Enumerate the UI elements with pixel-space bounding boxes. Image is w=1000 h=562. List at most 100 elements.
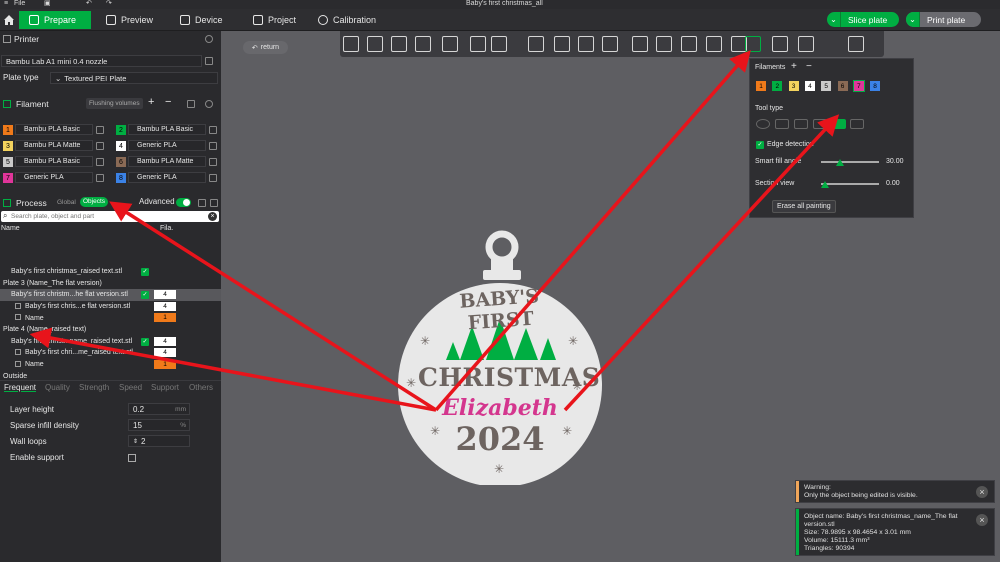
filament-swatch-7[interactable]: 7 xyxy=(3,173,13,183)
filament-index[interactable]: 1 xyxy=(154,359,176,369)
seam-paint-icon[interactable] xyxy=(706,36,722,52)
filament-swatch-3[interactable]: 3 xyxy=(3,141,13,151)
slice-plate-button[interactable]: ⌄ Slice plate xyxy=(827,12,899,27)
param-tab-support[interactable]: Support xyxy=(151,383,179,392)
split-parts-icon[interactable] xyxy=(470,36,486,52)
tab-project[interactable]: Project xyxy=(243,11,306,29)
tree-row[interactable]: Plate 4 (Name_raised text) xyxy=(0,324,221,336)
printable-checkbox[interactable]: ✓ xyxy=(141,268,149,276)
tree-row[interactable]: Baby's first chris...e flat version.stl 4 xyxy=(0,301,221,313)
settings-icon[interactable] xyxy=(210,199,218,207)
auto-orient-icon[interactable] xyxy=(391,36,407,52)
sync-icon[interactable] xyxy=(187,100,195,108)
printable-checkbox[interactable]: ✓ xyxy=(141,291,149,300)
add-filament-icon[interactable]: + xyxy=(791,61,797,72)
print-plate-button[interactable]: ⌄ Print plate xyxy=(906,12,981,27)
file-menu[interactable]: File xyxy=(14,0,25,7)
gear-icon[interactable] xyxy=(205,100,213,108)
tree-row[interactable]: Baby's first christ...name_raised text.s… xyxy=(0,336,221,348)
param-tab-speed[interactable]: Speed xyxy=(119,383,142,392)
tree-row[interactable]: Baby's first chri...me_raised text.stl 4 xyxy=(0,347,221,359)
filament-select-2[interactable]: Bambu PLA Basic xyxy=(128,124,206,135)
save-icon[interactable]: ▣ xyxy=(44,0,51,7)
color-paint-icon[interactable] xyxy=(745,36,761,52)
paint-swatch-1[interactable]: 1 xyxy=(756,81,766,91)
rotate-icon[interactable] xyxy=(554,36,570,52)
param-tab-quality[interactable]: Quality xyxy=(45,383,70,392)
printable-checkbox[interactable]: ✓ xyxy=(141,337,149,346)
tree-row[interactable]: Baby's first christm...he flat version.s… xyxy=(0,289,221,301)
assembly-view-icon[interactable] xyxy=(848,36,864,52)
paint-swatch-6[interactable]: 6 xyxy=(837,81,848,91)
gear-icon[interactable] xyxy=(205,35,213,43)
filament-index[interactable]: 4 xyxy=(154,336,176,346)
filament-swatch-4[interactable]: 4 xyxy=(116,141,126,151)
filament-swatch-6[interactable]: 6 xyxy=(116,157,126,167)
stepper-icon[interactable]: ⇕ xyxy=(133,438,138,445)
flushing-volumes-button[interactable]: Flushing volumes xyxy=(86,98,143,109)
filament-swatch-2[interactable]: 2 xyxy=(116,125,126,135)
undo-icon[interactable]: ↶ xyxy=(86,0,92,7)
filament-select-6[interactable]: Bambu PLA Matte xyxy=(128,156,206,167)
filament-select-7[interactable]: Generic PLA xyxy=(15,172,93,183)
close-icon[interactable]: × xyxy=(976,486,988,498)
tree-row[interactable]: Name 1 xyxy=(0,312,221,324)
sphere-tool-icon[interactable] xyxy=(775,119,789,129)
triangle-tool-icon[interactable] xyxy=(794,119,808,129)
tree-row[interactable]: Name 1 xyxy=(0,359,221,371)
smart-fill-angle-value[interactable]: 30.00 xyxy=(886,158,904,165)
add-plate-icon[interactable] xyxy=(367,36,383,52)
filament-index[interactable]: 1 xyxy=(154,313,176,323)
add-object-icon[interactable] xyxy=(343,36,359,52)
filament-index[interactable]: 4 xyxy=(154,301,176,311)
printer-select[interactable]: Bambu Lab A1 mini 0.4 nozzle xyxy=(1,55,202,67)
remove-filament-icon[interactable]: − xyxy=(806,61,812,72)
param-field[interactable]: 0.2 mm xyxy=(128,403,190,415)
section-view-value[interactable]: 0.00 xyxy=(886,180,900,187)
filament-index[interactable]: 4 xyxy=(154,348,176,358)
paint-swatch-8[interactable]: 8 xyxy=(870,81,881,91)
filament-select-1[interactable]: Bambu PLA Basic xyxy=(15,124,93,135)
compare-icon[interactable] xyxy=(198,199,206,207)
tree-row[interactable]: Plate 3 (Name_The flat version) xyxy=(0,278,221,290)
clear-search-icon[interactable]: × xyxy=(208,212,217,221)
filament-select-3[interactable]: Bambu PLA Matte xyxy=(15,140,93,151)
arrange-icon[interactable] xyxy=(415,36,431,52)
paint-swatch-5[interactable]: 5 xyxy=(821,81,832,91)
split-objects-icon[interactable] xyxy=(442,36,458,52)
smart-fill-angle-slider[interactable] xyxy=(821,161,879,163)
scale-icon[interactable] xyxy=(578,36,594,52)
advanced-toggle[interactable] xyxy=(176,198,191,207)
gap-fill-tool-icon[interactable] xyxy=(850,119,864,129)
filament-index[interactable]: 4 xyxy=(154,290,176,300)
global-toggle[interactable]: Global xyxy=(57,199,76,206)
height-range-tool-icon[interactable] xyxy=(813,119,827,129)
add-filament-icon[interactable]: + xyxy=(148,96,154,108)
ornament-model[interactable]: ✳ ✳ ✳ ✳ ✳ ✳ ✳ BABY'S FIRST CHRISTMAS Eli… xyxy=(390,230,610,487)
filament-swatch-5[interactable]: 5 xyxy=(3,157,13,167)
cut-icon[interactable] xyxy=(632,36,648,52)
remove-filament-icon[interactable]: − xyxy=(165,96,171,108)
tree-row[interactable]: Baby's first christmas_raised text.stl ✓ xyxy=(0,266,221,278)
plate-type-select[interactable]: ⌄ Textured PEI Plate xyxy=(50,72,218,84)
support-paint-icon[interactable] xyxy=(681,36,697,52)
search-input[interactable] xyxy=(11,212,201,221)
assembly-icon[interactable] xyxy=(798,36,814,52)
edit-filament-icon[interactable] xyxy=(96,158,104,166)
chevron-down-icon[interactable]: ⌄ xyxy=(827,12,841,27)
filament-select-8[interactable]: Generic PLA xyxy=(128,172,206,183)
redo-icon[interactable]: ↷ xyxy=(106,0,112,7)
param-tab-others[interactable]: Others xyxy=(189,383,213,392)
tab-prepare[interactable]: Prepare xyxy=(19,11,91,29)
hamburger-menu-icon[interactable]: ≡ xyxy=(4,0,8,7)
layers-icon[interactable] xyxy=(491,36,507,52)
param-field[interactable]: ⇕ 2 xyxy=(128,435,190,447)
edge-detection-checkbox[interactable]: ✓ xyxy=(756,141,764,149)
return-button[interactable]: ↶ return xyxy=(243,41,288,54)
smart-fill-angle-thumb[interactable] xyxy=(836,159,844,166)
tab-calibration[interactable]: Calibration xyxy=(308,11,386,29)
edit-filament-icon[interactable] xyxy=(96,142,104,150)
paint-swatch-7[interactable]: 7 xyxy=(852,80,865,92)
edit-printer-icon[interactable] xyxy=(205,57,213,65)
edit-filament-icon[interactable] xyxy=(209,142,217,150)
